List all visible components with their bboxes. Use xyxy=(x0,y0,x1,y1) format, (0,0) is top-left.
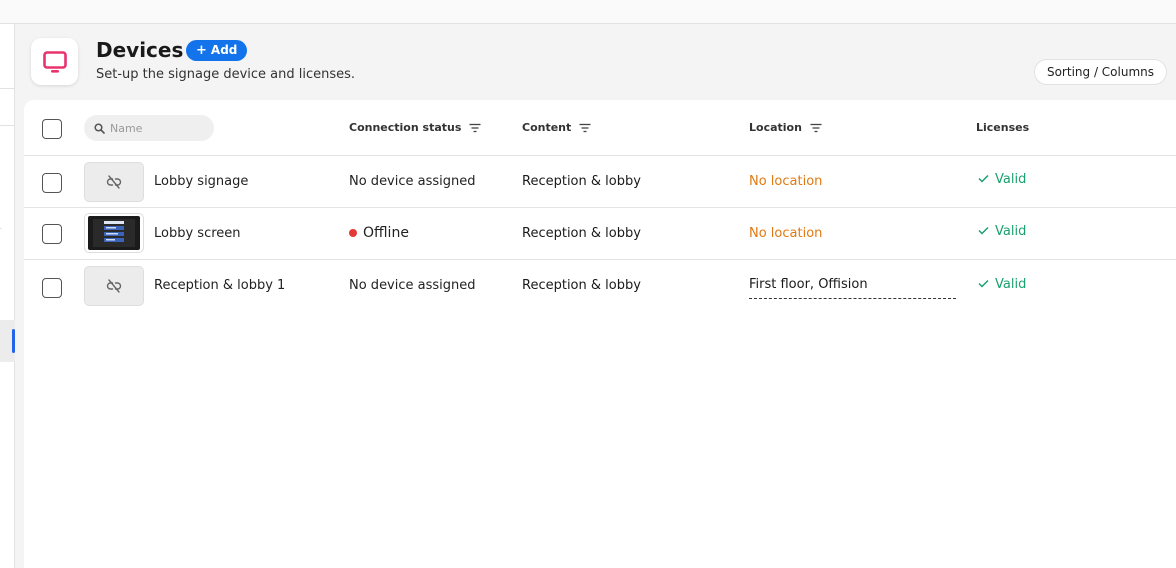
unlinked-icon xyxy=(84,266,144,306)
license-label: Valid xyxy=(995,277,1027,292)
table-row[interactable]: Reception & lobby 1 No device assigned R… xyxy=(24,260,1176,314)
license-status: Valid xyxy=(978,172,1026,188)
license-label: Valid xyxy=(995,172,1027,187)
check-icon xyxy=(978,277,989,293)
license-status: Valid xyxy=(978,224,1026,240)
table-row[interactable]: Lobby screen Offline Reception & lobby N… xyxy=(24,208,1176,260)
top-bar xyxy=(0,0,1176,24)
table-header-row: Connection status Content Location Licen… xyxy=(24,100,1176,156)
column-header-licenses: Licenses xyxy=(976,121,1029,135)
left-sidebar xyxy=(0,24,15,568)
content-name[interactable]: Reception & lobby xyxy=(522,174,641,190)
screen-preview xyxy=(84,213,144,253)
location-value[interactable]: First floor, Offision xyxy=(749,277,956,299)
column-header-location[interactable]: Location xyxy=(749,121,822,135)
offline-status-dot xyxy=(349,229,357,237)
column-label: Content xyxy=(522,121,572,134)
connection-status: Offline xyxy=(349,225,409,241)
content-name[interactable]: Reception & lobby xyxy=(522,278,641,294)
device-name[interactable]: Lobby signage xyxy=(154,174,248,190)
row-checkbox[interactable] xyxy=(42,224,62,244)
license-label: Valid xyxy=(995,224,1027,239)
connection-status: No device assigned xyxy=(349,174,476,189)
location-value[interactable]: No location xyxy=(749,226,822,242)
device-name[interactable]: Reception & lobby 1 xyxy=(154,278,285,294)
row-checkbox[interactable] xyxy=(42,278,62,298)
content-name[interactable]: Reception & lobby xyxy=(522,226,641,242)
connection-label: Offline xyxy=(363,225,409,241)
filter-icon[interactable] xyxy=(810,123,822,133)
connection-status: No device assigned xyxy=(349,278,476,293)
add-device-button[interactable]: + Add xyxy=(186,40,248,61)
unlinked-icon xyxy=(84,162,144,202)
column-label: Licenses xyxy=(976,121,1030,134)
page-title: Devices xyxy=(96,38,184,62)
filter-icon[interactable] xyxy=(579,123,591,133)
sidebar-divider xyxy=(0,228,2,229)
sidebar-divider xyxy=(0,125,15,126)
search-icon xyxy=(94,119,105,138)
sidebar-divider xyxy=(0,88,15,89)
devices-icon xyxy=(31,38,78,85)
check-icon xyxy=(978,172,989,188)
device-name[interactable]: Lobby screen xyxy=(154,226,241,242)
select-all-checkbox[interactable] xyxy=(42,119,62,139)
sorting-columns-button[interactable]: Sorting / Columns xyxy=(1034,59,1167,85)
search-input[interactable] xyxy=(110,121,210,135)
name-search[interactable] xyxy=(84,115,214,141)
devices-table: Connection status Content Location Licen… xyxy=(24,100,1176,568)
sidebar-active-indicator xyxy=(12,329,15,353)
add-button-label: Add xyxy=(210,43,238,57)
check-icon xyxy=(978,224,989,240)
column-label: Connection status xyxy=(349,121,462,134)
plus-icon: + xyxy=(196,43,207,58)
column-header-content[interactable]: Content xyxy=(522,121,591,135)
filter-icon[interactable] xyxy=(469,123,481,133)
column-label: Location xyxy=(749,121,802,134)
row-checkbox[interactable] xyxy=(42,173,62,193)
column-header-connection[interactable]: Connection status xyxy=(349,121,481,135)
page-subtitle: Set-up the signage device and licenses. xyxy=(96,67,356,82)
table-row[interactable]: Lobby signage No device assigned Recepti… xyxy=(24,156,1176,208)
location-value[interactable]: No location xyxy=(749,174,822,190)
license-status: Valid xyxy=(978,277,1026,293)
